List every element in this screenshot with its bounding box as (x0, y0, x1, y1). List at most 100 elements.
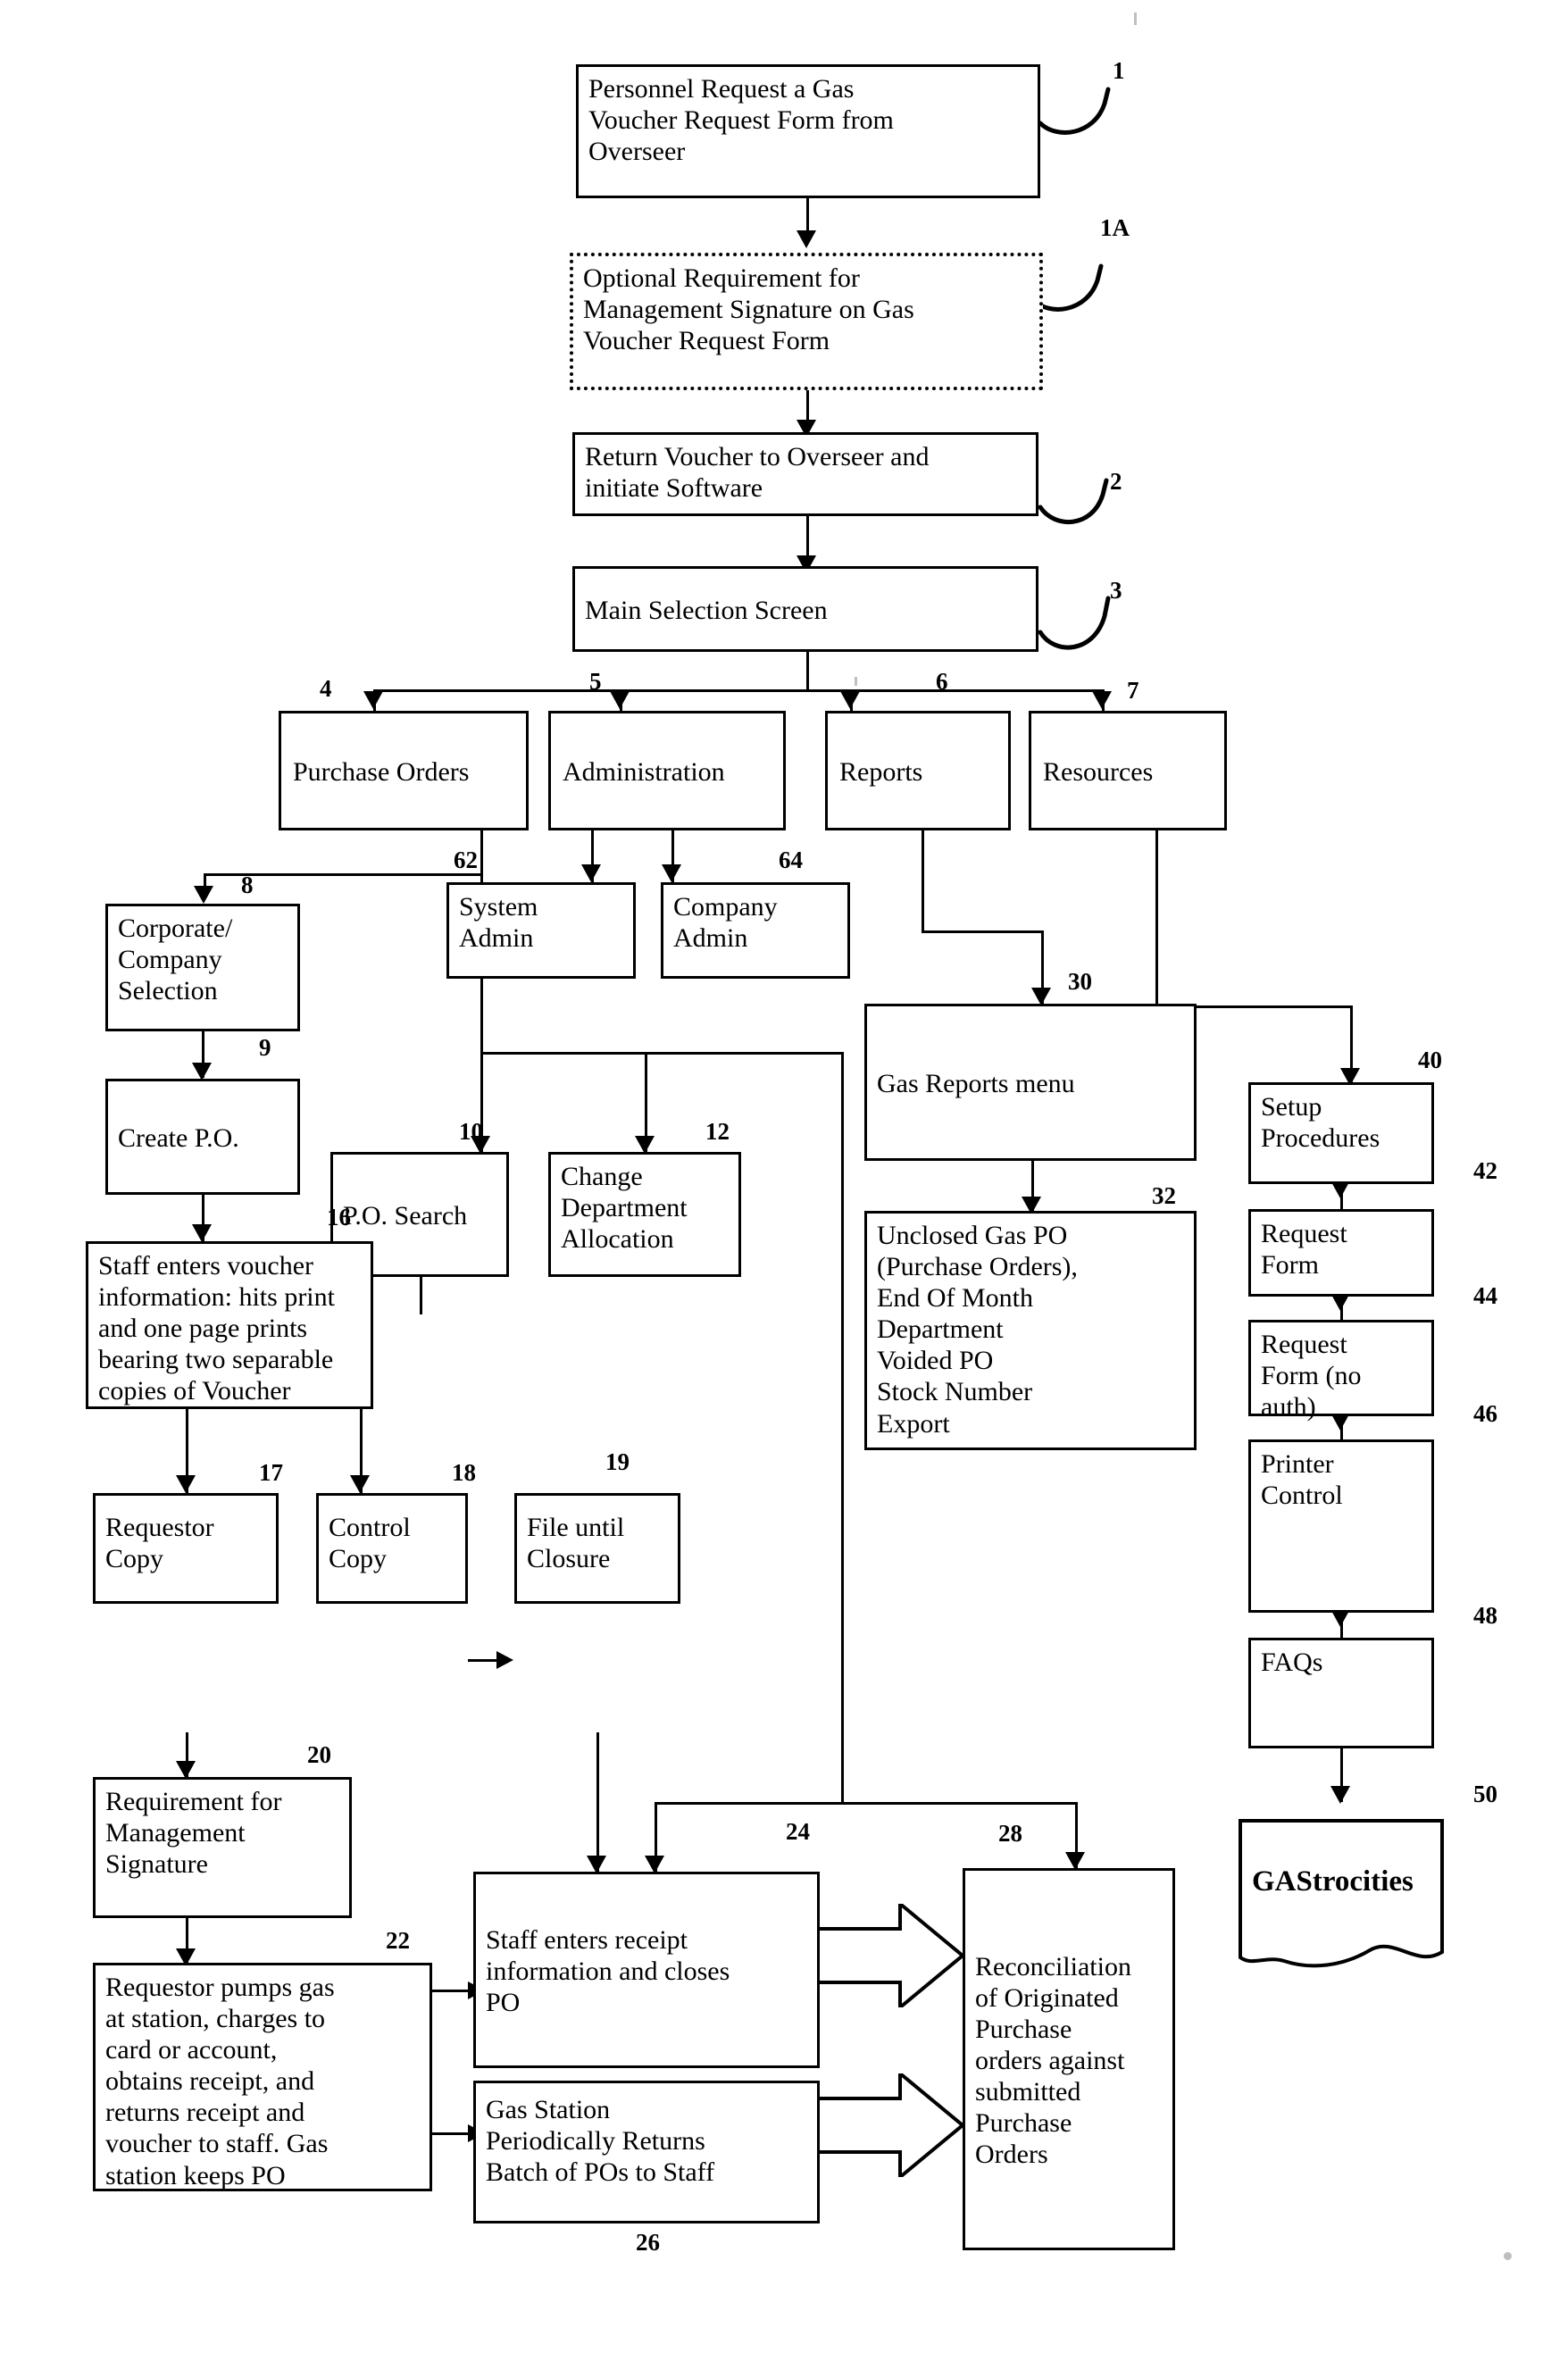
numeral-30: 30 (1068, 968, 1092, 995)
node-main-selection-screen[interactable]: Main Selection Screen (572, 566, 1038, 652)
arrowhead-icon (662, 864, 681, 882)
connector-4-subbus (480, 1052, 841, 1055)
arrowhead-icon (581, 864, 601, 882)
block-arrow-26-to-28 (818, 2073, 964, 2177)
scan-speck (1504, 2252, 1512, 2260)
numeral-10: 10 (459, 1118, 483, 1145)
node-system-admin[interactable]: System Admin (446, 882, 636, 979)
numeral-17: 17 (259, 1459, 283, 1486)
arrowhead-icon (797, 230, 816, 248)
arrowhead-icon (840, 691, 860, 709)
numeral-3: 3 (1110, 577, 1122, 604)
arrowhead-icon (1031, 988, 1051, 1005)
connector-6-down (922, 830, 924, 930)
numeral-62: 62 (454, 847, 478, 873)
node-unclosed-gas-po-reports[interactable]: Unclosed Gas PO (Purchase Orders), End O… (864, 1211, 1197, 1450)
numeral-48: 48 (1473, 1602, 1497, 1629)
numeral-28: 28 (998, 1820, 1022, 1847)
numeral-46: 46 (1473, 1400, 1497, 1427)
node-staff-enters-voucher-info[interactable]: Staff enters voucher information: hits p… (86, 1241, 373, 1409)
branch-bus (373, 689, 1102, 692)
node-control-copy[interactable]: Control Copy (316, 1493, 468, 1604)
arrowhead-icon (176, 1761, 196, 1779)
numeral-4: 4 (320, 675, 332, 702)
node-return-voucher[interactable]: Return Voucher to Overseer and initiate … (572, 432, 1038, 516)
numeral-1a: 1A (1100, 214, 1130, 241)
node-corporate-company-selection[interactable]: Corporate/ Company Selection (105, 904, 300, 1031)
arrowhead-icon (1330, 1786, 1350, 1804)
node-requirement-management-signature[interactable]: Requirement for Management Signature (93, 1777, 352, 1918)
arrowhead-icon (363, 691, 383, 709)
node-file-until-closure[interactable]: File until Closure (514, 1493, 680, 1604)
arrowhead-icon (645, 1856, 664, 1873)
node-reports[interactable]: Reports (825, 711, 1011, 830)
numeral-2: 2 (1110, 468, 1122, 495)
node-reconciliation[interactable]: Reconciliation of Originated Purchase or… (963, 1868, 1175, 2250)
node-personnel-request[interactable]: Personnel Request a Gas Voucher Request … (576, 64, 1040, 198)
numeral-32: 32 (1152, 1182, 1176, 1209)
node-purchase-orders[interactable]: Purchase Orders (279, 711, 529, 830)
leader-hook-1a (1031, 250, 1121, 313)
connector-19-to-24 (596, 1732, 599, 1873)
numeral-24: 24 (786, 1818, 810, 1845)
node-company-admin[interactable]: Company Admin (661, 882, 850, 979)
connector-3-to-bus (806, 652, 809, 691)
node-create-po[interactable]: Create P.O. (105, 1079, 300, 1195)
node-optional-management-signature[interactable]: Optional Requirement for Management Sign… (570, 253, 1043, 390)
numeral-18: 18 (452, 1459, 476, 1486)
numeral-40: 40 (1418, 1047, 1442, 1073)
scan-speck (1134, 13, 1137, 25)
numeral-12: 12 (705, 1118, 730, 1145)
connector-6-right (922, 930, 1041, 933)
node-gastrocities-label: GAStrocities (1252, 1865, 1414, 1898)
node-request-form[interactable]: Request Form (1248, 1209, 1434, 1297)
numeral-26: 26 (636, 2229, 660, 2256)
arrowhead-icon (587, 1856, 606, 1873)
node-requestor-copy[interactable]: Requestor Copy (93, 1493, 279, 1604)
flowchart-sheet: Personnel Request a Gas Voucher Request … (0, 0, 1568, 2361)
arrowhead-icon (635, 1136, 655, 1154)
arrowhead-icon (192, 1063, 212, 1080)
node-gas-reports-menu[interactable]: Gas Reports menu (864, 1004, 1197, 1161)
connector-10-down (420, 1277, 422, 1314)
node-faqs[interactable]: FAQs (1248, 1638, 1434, 1748)
arrowhead-icon (1065, 1852, 1085, 1870)
connector-4-stem (480, 830, 483, 1152)
node-gastrocities[interactable]: GAStrocities (1238, 1818, 1445, 1972)
connector-7-down (1155, 830, 1158, 1005)
numeral-5: 5 (589, 668, 602, 695)
node-request-form-no-auth[interactable]: Request Form (no auth) (1248, 1320, 1434, 1422)
numeral-1: 1 (1113, 57, 1125, 84)
node-printer-control[interactable]: Printer Control (1248, 1439, 1434, 1613)
numeral-20: 20 (307, 1741, 331, 1768)
node-staff-enters-receipt[interactable]: Staff enters receipt information and clo… (473, 1872, 820, 2068)
arrowhead-icon (1092, 691, 1112, 709)
numeral-44: 44 (1473, 1282, 1497, 1309)
connector-subbus-right-drop (841, 1052, 844, 1802)
node-change-department-allocation[interactable]: Change Department Allocation (548, 1152, 741, 1277)
block-arrow-24-to-28 (818, 1904, 964, 2007)
arrowhead-icon (496, 1651, 513, 1669)
numeral-64: 64 (779, 847, 803, 873)
numeral-9: 9 (259, 1034, 271, 1061)
numeral-7: 7 (1127, 677, 1139, 704)
numeral-42: 42 (1473, 1157, 1497, 1184)
connector-to-24-top (655, 1802, 844, 1805)
arrowhead-icon (176, 1475, 196, 1493)
numeral-16: 16 (327, 1204, 351, 1231)
connector-long-to-28 (841, 1802, 1075, 1805)
arrowhead-icon (610, 691, 630, 709)
numeral-19: 19 (605, 1448, 630, 1475)
node-resources[interactable]: Resources (1029, 711, 1227, 830)
arrowhead-icon (192, 1224, 212, 1242)
scan-speck (855, 677, 857, 686)
numeral-50: 50 (1473, 1781, 1497, 1807)
numeral-6: 6 (936, 668, 948, 695)
node-administration[interactable]: Administration (548, 711, 786, 830)
node-requestor-pumps-gas[interactable]: Requestor pumps gas at station, charges … (93, 1963, 432, 2191)
numeral-22: 22 (386, 1927, 410, 1954)
node-gas-station-returns-batch[interactable]: Gas Station Periodically Returns Batch o… (473, 2081, 820, 2223)
arrowhead-icon (194, 886, 213, 904)
arrowhead-icon (350, 1475, 370, 1493)
node-setup-procedures[interactable]: Setup Procedures (1248, 1082, 1434, 1184)
